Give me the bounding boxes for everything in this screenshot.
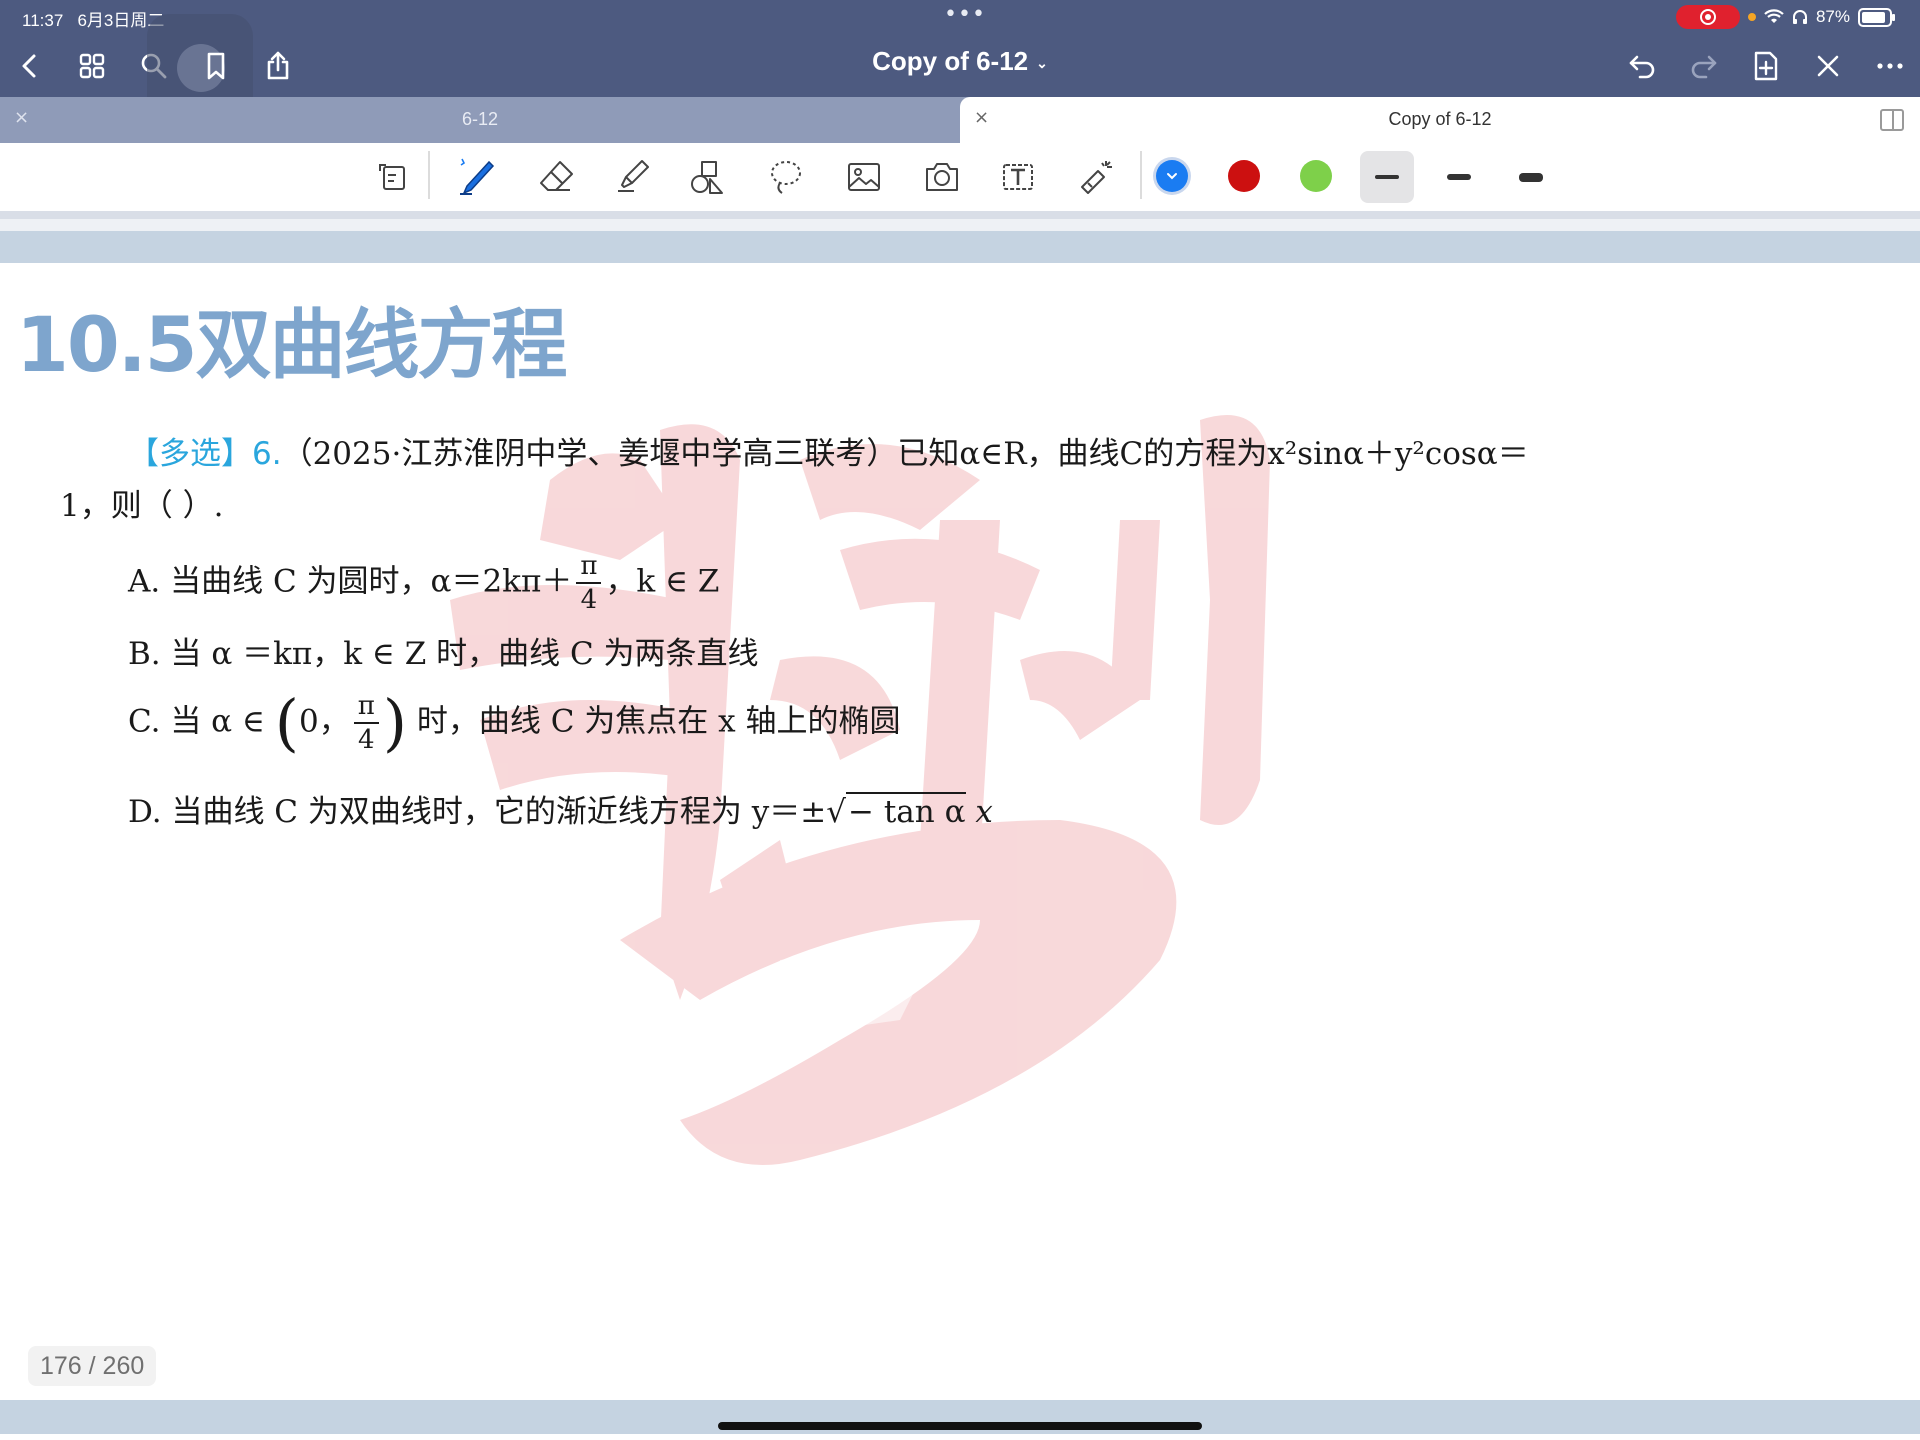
image-icon bbox=[848, 163, 880, 191]
headphones-icon bbox=[1792, 10, 1807, 24]
exit-editing-button[interactable] bbox=[1806, 44, 1850, 88]
record-icon bbox=[1699, 9, 1716, 25]
question-stem-end: 1，则（ ）. bbox=[60, 488, 224, 524]
option-c-prefix: C. 当 α ∈ bbox=[128, 703, 265, 740]
thickness-thin[interactable] bbox=[1360, 151, 1414, 203]
chevron-down-icon bbox=[1167, 173, 1177, 180]
document-title-text: Copy of 6-12 bbox=[872, 46, 1029, 76]
question-stem: （2025·江苏淮阴中学、姜堰中学高三联考）已知α∈R，曲线C的方程为x²sin… bbox=[281, 436, 1529, 472]
color-swatch-blue[interactable] bbox=[1156, 160, 1188, 192]
camera-tool[interactable] bbox=[918, 153, 966, 201]
lasso-tool[interactable] bbox=[762, 153, 810, 201]
page-edge bbox=[0, 219, 1920, 231]
more-icon bbox=[1877, 63, 1903, 69]
multitask-dots[interactable]: ••• bbox=[944, 2, 986, 27]
redo-button[interactable] bbox=[1682, 44, 1726, 88]
more-button[interactable] bbox=[1868, 44, 1912, 88]
add-page-button[interactable] bbox=[1744, 44, 1788, 88]
question-line-2: 1，则（ ）. bbox=[60, 480, 223, 525]
sqrt-radicand: − tan α bbox=[846, 792, 966, 830]
shapes-tool[interactable] bbox=[684, 153, 732, 201]
option-c-fraction: π4 bbox=[353, 690, 379, 756]
laser-pointer-tool[interactable] bbox=[1072, 153, 1120, 201]
mic-in-use-dot bbox=[1747, 13, 1756, 21]
option-c: C. 当 α ∈ (0， π 4) 时，曲线 C 为焦点在 x 轴上的椭圆 bbox=[128, 690, 901, 756]
thickness-thick[interactable] bbox=[1504, 151, 1558, 203]
highlighter-tool[interactable] bbox=[608, 153, 656, 201]
undo-button[interactable] bbox=[1620, 44, 1664, 88]
toolbar-divider bbox=[1140, 151, 1142, 199]
option-b: B. 当 α ＝kπ，k ∈ Z 时，曲线 C 为两条直线 bbox=[128, 628, 759, 673]
page-top-shadow bbox=[0, 211, 1920, 219]
pen-icon bbox=[460, 158, 495, 195]
wifi-icon bbox=[1764, 9, 1784, 23]
textbox-icon bbox=[1003, 164, 1033, 190]
laser-pointer-icon bbox=[1081, 161, 1112, 194]
shape-recognition-tool[interactable] bbox=[370, 153, 418, 201]
watermark-logo bbox=[450, 415, 1270, 1165]
shapes-icon bbox=[691, 161, 723, 194]
image-tool[interactable] bbox=[840, 153, 888, 201]
tab-label: Copy of 6-12 bbox=[1388, 109, 1492, 129]
top-bar: 11:37 6月3日周二 ••• 87% Copy of 6-12 ⌄ bbox=[0, 0, 1920, 120]
undo-icon bbox=[1629, 55, 1655, 79]
chevron-down-icon: ⌄ bbox=[1036, 54, 1048, 71]
battery-percent: 87% bbox=[1815, 7, 1850, 26]
sqrt-sign: √ bbox=[826, 794, 846, 830]
eraser-icon bbox=[540, 161, 573, 191]
option-d-prefix: D. 当曲线 C 为双曲线时，它的渐近线方程为 y＝± bbox=[128, 794, 827, 830]
option-a-prefix: A. 当曲线 C 为圆时，α＝2kπ＋ bbox=[128, 563, 573, 600]
section-title: 10.5双曲线方程 bbox=[16, 300, 568, 389]
color-swatch-green[interactable] bbox=[1300, 160, 1332, 192]
shape-recognition-icon bbox=[379, 164, 405, 190]
option-d-suffix: x bbox=[975, 794, 993, 830]
pen-tool[interactable] bbox=[452, 153, 500, 201]
fraction-denominator: 4 bbox=[357, 725, 375, 755]
thin-line-icon bbox=[1375, 175, 1399, 179]
tab-6-12[interactable]: × 6-12 bbox=[0, 97, 960, 143]
page-header-band bbox=[0, 231, 1920, 263]
color-swatch-red[interactable] bbox=[1228, 160, 1260, 192]
close-tab-icon bbox=[1817, 55, 1839, 77]
right-paren: ) bbox=[382, 686, 408, 759]
option-b-text: B. 当 α ＝kπ，k ∈ Z 时，曲线 C 为两条直线 bbox=[128, 636, 759, 672]
redo-icon bbox=[1691, 55, 1717, 79]
option-a-suffix: ，k ∈ Z bbox=[605, 563, 720, 600]
fraction-numerator: π bbox=[576, 550, 602, 584]
tab-strip: × 6-12 × Copy of 6-12 bbox=[0, 97, 1920, 143]
medium-line-icon bbox=[1447, 174, 1471, 180]
fraction-denominator: 4 bbox=[580, 585, 598, 615]
option-d: D. 当曲线 C 为双曲线时，它的渐近线方程为 y＝±√− tan α x bbox=[128, 786, 993, 831]
left-paren: ( bbox=[274, 686, 299, 759]
toolbar-divider bbox=[428, 151, 430, 199]
tab-copy-of-6-12[interactable]: × Copy of 6-12 bbox=[960, 97, 1920, 143]
question-line-1: 【多选】6.（2025·江苏淮阴中学、姜堰中学高三联考）已知α∈R，曲线C的方程… bbox=[128, 428, 1529, 473]
split-view-icon[interactable] bbox=[1880, 109, 1904, 131]
option-c-suffix: 时，曲线 C 为焦点在 x 轴上的椭圆 bbox=[416, 703, 901, 740]
textbox-tool[interactable] bbox=[994, 153, 1042, 201]
add-page-icon bbox=[1754, 51, 1778, 81]
option-a-fraction: π4 bbox=[576, 550, 602, 616]
battery-icon bbox=[1858, 7, 1895, 27]
annotation-toolbar bbox=[0, 143, 1920, 211]
status-indicators: 87% bbox=[1675, 5, 1895, 29]
page-indicator[interactable]: 176 / 260 bbox=[28, 1346, 157, 1386]
interval-left: 0， bbox=[298, 703, 350, 740]
highlighter-icon bbox=[618, 160, 649, 192]
thick-line-icon bbox=[1519, 172, 1543, 182]
lasso-icon bbox=[771, 161, 801, 194]
status-time: 11:37 6月3日周二 bbox=[22, 6, 164, 31]
tab-label: 6-12 bbox=[461, 109, 499, 129]
question-tag: 【多选】6. bbox=[128, 436, 282, 472]
screen-recording-indicator[interactable] bbox=[1675, 5, 1740, 29]
camera-icon bbox=[926, 163, 958, 191]
fraction-numerator: π bbox=[353, 690, 379, 724]
option-a: A. 当曲线 C 为圆时，α＝2kπ＋ π 4 ，k ∈ Z bbox=[128, 550, 719, 616]
eraser-tool[interactable] bbox=[532, 153, 580, 201]
home-indicator[interactable] bbox=[718, 1422, 1202, 1430]
thickness-medium[interactable] bbox=[1432, 151, 1486, 203]
status-time-value: 11:37 bbox=[22, 11, 64, 30]
